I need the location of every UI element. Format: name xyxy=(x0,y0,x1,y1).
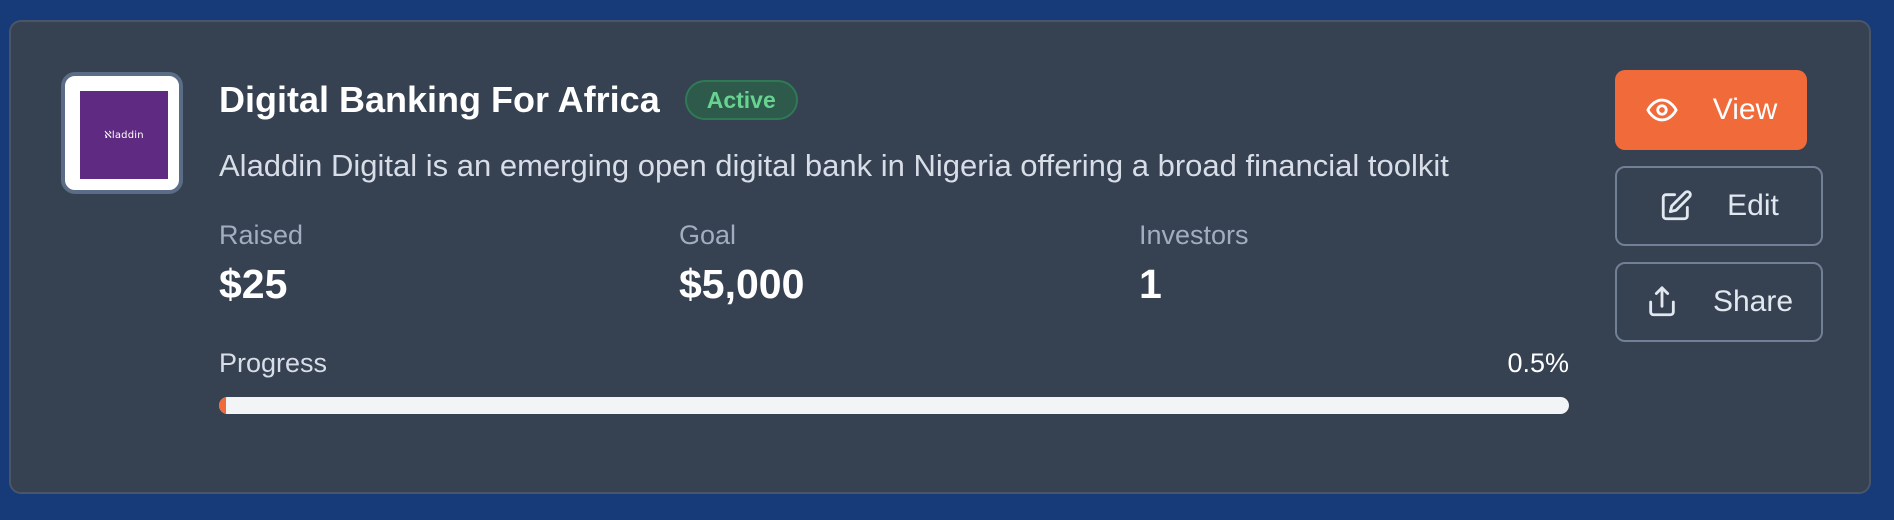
campaign-card: ℵladdin Digital Banking For Africa Activ… xyxy=(9,20,1871,494)
edit-button-label: Edit xyxy=(1727,189,1779,222)
stat-investors-value: 1 xyxy=(1139,261,1162,307)
stat-goal-value: $5,000 xyxy=(679,261,805,307)
progress-bar-fill xyxy=(219,397,226,414)
campaign-title: Digital Banking For Africa xyxy=(219,79,660,120)
share-button-label: Share xyxy=(1712,285,1794,318)
logo-image: ℵladdin xyxy=(80,91,168,179)
stat-goal: Goal $5,000 xyxy=(679,220,804,308)
eye-icon xyxy=(1645,93,1679,127)
share-button[interactable]: Share xyxy=(1615,262,1823,342)
stat-raised: Raised $25 xyxy=(219,220,303,308)
progress-bar xyxy=(219,397,1569,414)
campaign-description: Aladdin Digital is an emerging open digi… xyxy=(219,148,1449,183)
stat-raised-value: $25 xyxy=(219,261,288,307)
logo-text: ℵladdin xyxy=(104,129,144,141)
stat-raised-label: Raised xyxy=(219,220,304,250)
share-icon xyxy=(1645,285,1679,319)
view-button-label: View xyxy=(1712,93,1778,126)
status-badge: Active xyxy=(684,80,798,120)
company-logo: ℵladdin xyxy=(61,72,183,194)
stat-investors-label: Investors xyxy=(1139,220,1249,250)
progress-percent: 0.5% xyxy=(1507,348,1569,378)
stat-investors: Investors 1 xyxy=(1139,220,1249,308)
progress-label: Progress xyxy=(219,348,328,378)
stat-goal-label: Goal xyxy=(679,220,737,250)
edit-button[interactable]: Edit xyxy=(1615,166,1823,246)
view-button[interactable]: View xyxy=(1615,70,1807,150)
edit-icon xyxy=(1659,189,1693,223)
title-row: Digital Banking For Africa Active xyxy=(219,78,798,122)
